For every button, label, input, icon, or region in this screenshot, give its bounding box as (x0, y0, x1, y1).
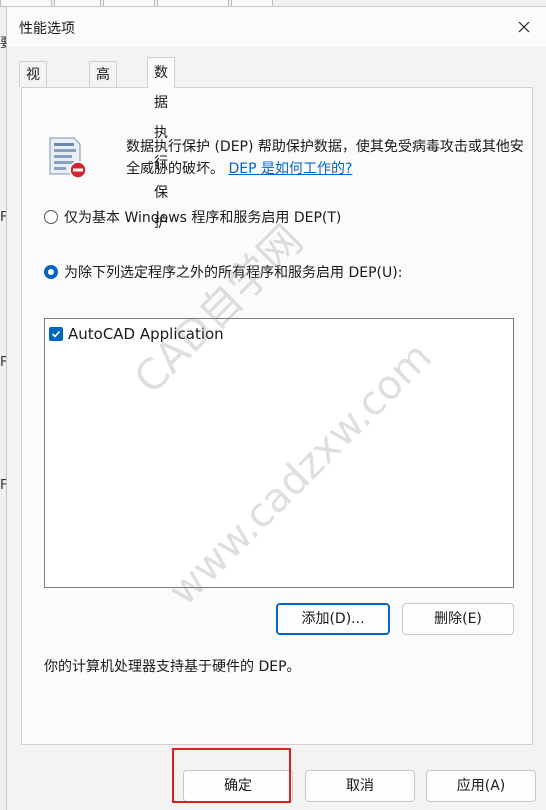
list-item[interactable]: AutoCAD Application (49, 325, 224, 343)
title-bar: 性能选项 (7, 7, 546, 47)
program-exclusion-list[interactable]: AutoCAD Application (44, 318, 514, 588)
dep-panel: 数据执行保护 (DEP) 帮助保护数据，使其免受病毒攻击或其他安全威胁的破坏。 … (21, 87, 533, 745)
radio-all-except-label: 为除下列选定程序之外的所有程序和服务启用 DEP(U): (64, 265, 403, 281)
tab-advanced[interactable]: 高级 (89, 61, 117, 109)
program-name: AutoCAD Application (68, 325, 224, 343)
program-checkbox[interactable] (49, 327, 63, 341)
dep-help-link[interactable]: DEP 是如何工作的? (228, 161, 352, 177)
dep-shield-icon (49, 137, 87, 179)
close-icon (518, 21, 530, 33)
checkmark-icon (51, 330, 61, 338)
tab-dep[interactable]: 数据执行保护 (147, 57, 175, 231)
close-button[interactable] (501, 7, 546, 47)
add-button[interactable]: 添加(D)... (276, 603, 390, 635)
radio-essential[interactable] (44, 210, 58, 224)
radio-option-all-except[interactable]: 为除下列选定程序之外的所有程序和服务启用 DEP(U): (44, 262, 402, 282)
ok-button-highlight (172, 748, 291, 803)
radio-option-essential[interactable]: 仅为基本 Windows 程序和服务启用 DEP(T) (44, 207, 341, 227)
apply-button[interactable]: 应用(A) (426, 770, 536, 802)
performance-options-dialog: 性能选项 视觉效果 高级 数据执行保护 数据执行保护 (DEP) 帮助保护数据，… (6, 6, 546, 810)
cancel-button[interactable]: 取消 (305, 770, 415, 802)
radio-essential-label: 仅为基本 Windows 程序和服务启用 DEP(T) (64, 210, 342, 226)
radio-all-except[interactable] (44, 265, 58, 279)
remove-button[interactable]: 删除(E) (402, 603, 514, 635)
dialog-title: 性能选项 (19, 21, 75, 37)
dep-description: 数据执行保护 (DEP) 帮助保护数据，使其免受病毒攻击或其他安全威胁的破坏。 … (126, 136, 526, 180)
hardware-dep-note: 你的计算机处理器支持基于硬件的 DEP。 (44, 659, 301, 675)
tab-visual-effects[interactable]: 视觉效果 (19, 61, 47, 161)
